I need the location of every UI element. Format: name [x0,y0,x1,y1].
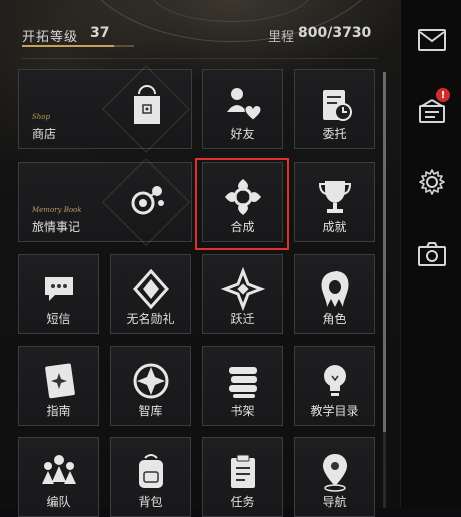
friends-tile[interactable]: 好友 [202,69,283,149]
notification-badge: ! [436,88,450,102]
database-label: 智库 [138,404,163,418]
journal-tile[interactable]: Memory Book 旅情事记 [18,158,192,246]
warp-tile[interactable]: 跃迁 [202,254,283,334]
shop-label: 商店 [32,127,57,141]
shopping-bag-icon [134,85,160,124]
map-pin-icon [322,454,347,492]
journal-icon [131,186,164,215]
scrollbar-thumb[interactable] [383,72,386,432]
camera-button[interactable] [413,235,451,273]
character-label: 角色 [322,312,347,326]
lightbulb-icon [323,365,346,396]
team-icon [41,455,76,484]
guide-label: 指南 [46,404,71,418]
character-icon [321,271,348,307]
mileage-value: 800/3730 [298,25,372,41]
bookshelf-label: 书架 [230,404,255,418]
inventory-tile[interactable]: 背包 [110,437,191,517]
books-icon [228,367,257,398]
journal-label: 旅情事记 [32,220,81,234]
mail-button[interactable] [413,21,451,59]
right-sidebar: ! [400,0,461,508]
tutorial-label: 教学目录 [310,404,359,418]
guide-icon [44,363,75,399]
tutorial-tile[interactable]: 教学目录 [294,346,375,426]
warp-icon [220,267,265,311]
notice-button[interactable]: ! [413,88,451,130]
shop-tile[interactable]: Shop 商店 [18,65,192,153]
guide-tile[interactable]: 指南 [18,346,99,426]
inventory-label: 背包 [138,495,163,509]
database-tile[interactable]: 智库 [110,346,191,426]
warp-label: 跃迁 [230,312,255,326]
missions-label: 任务 [230,495,255,509]
nameless-honor-icon [132,268,169,310]
shop-subtitle: Shop [32,113,50,121]
character-tile[interactable]: 角色 [294,254,375,334]
mail-icon [418,29,446,51]
message-bubble-icon [44,277,73,301]
mileage-label: 里程 [268,30,295,45]
team-label: 编队 [46,495,71,509]
level-progress-bar [22,45,114,47]
navigation-label: 导航 [322,495,347,509]
trailblaze-level-value: 37 [90,25,110,41]
achievement-label: 成就 [322,220,347,234]
achievement-tile[interactable]: 成就 [294,162,375,242]
missions-tile[interactable]: 任务 [202,437,283,517]
bookshelf-tile[interactable]: 书架 [202,346,283,426]
backpack-icon [138,454,163,488]
commission-label: 委托 [322,127,347,141]
header-divider [22,58,378,59]
messages-label: 短信 [46,312,71,326]
level-progress-track [114,45,134,47]
database-icon [133,363,168,399]
trophy-icon [318,181,351,213]
friends-label: 好友 [230,127,255,141]
gear-icon [419,169,445,195]
messages-tile[interactable]: 短信 [18,254,99,334]
mission-clipboard-icon [230,454,255,488]
header-bar: 开拓等级 37 里程 800/3730 [22,24,378,48]
selection-highlight [195,158,289,250]
friends-icon [226,88,262,121]
navigation-tile[interactable]: 导航 [294,437,375,517]
commission-tile[interactable]: 委托 [294,69,375,149]
reward-tile[interactable]: 无名勋礼 [110,254,191,334]
journal-subtitle: Memory Book [32,206,82,214]
team-tile[interactable]: 编队 [18,437,99,517]
settings-button[interactable] [413,163,451,201]
reward-label: 无名勋礼 [126,312,175,326]
camera-icon [418,242,446,266]
commission-icon [322,90,352,121]
trailblaze-level-label: 开拓等级 [22,30,79,45]
